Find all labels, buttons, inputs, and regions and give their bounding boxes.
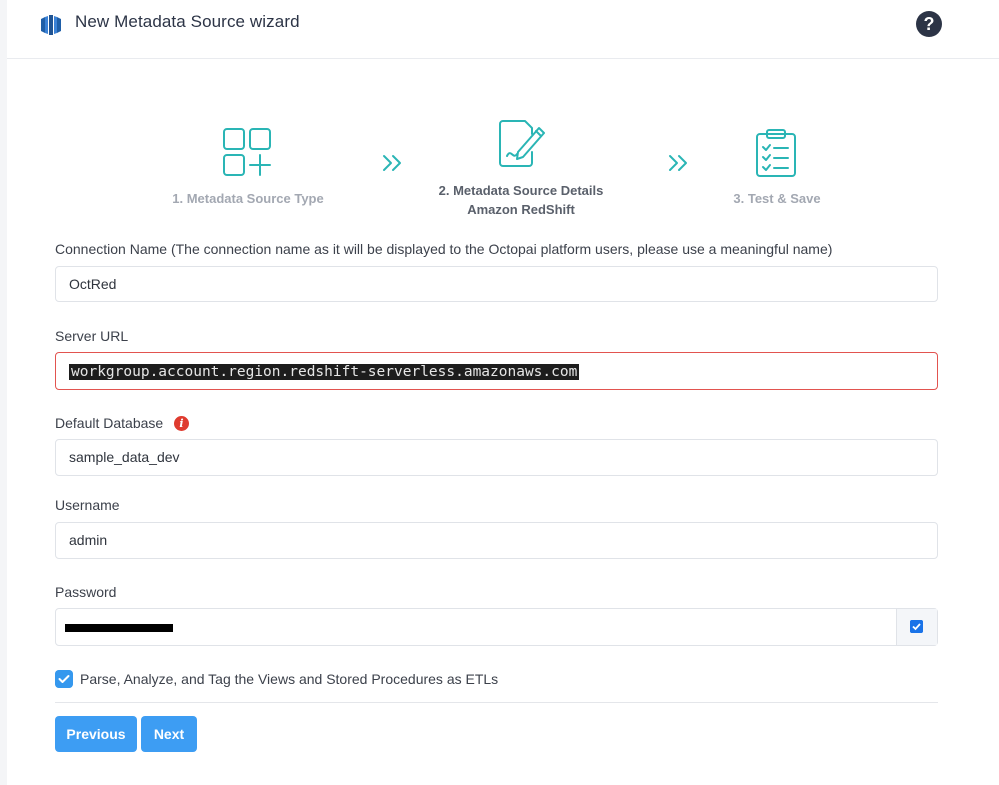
chevron-double-right-icon [669, 155, 687, 171]
etl-option-checkbox[interactable] [55, 670, 73, 688]
step-2-sublabel: Amazon RedShift [467, 202, 575, 217]
username-input[interactable]: admin [55, 522, 938, 559]
username-label: Username [55, 497, 120, 513]
previous-button[interactable]: Previous [55, 716, 137, 752]
step-1: 1. Metadata Source Type [147, 191, 349, 206]
wizard-header: New Metadata Source wizard ? [7, 0, 999, 59]
clipboard-checklist-icon [756, 129, 796, 177]
password-redaction [65, 624, 173, 632]
show-password-toggle[interactable] [896, 609, 937, 645]
password-label: Password [55, 584, 117, 600]
password-input[interactable] [55, 608, 938, 646]
server-url-label: Server URL [55, 328, 129, 344]
server-url-input[interactable]: workgroup.account.region.redshift-server… [55, 352, 938, 390]
etl-option-label: Parse, Analyze, and Tag the Views and St… [80, 671, 499, 687]
redshift-logo-icon [41, 15, 61, 35]
step-2: 2. Metadata Source Details Amazon RedShi… [414, 181, 628, 219]
connection-name-input[interactable]: OctRed [55, 266, 938, 302]
divider [55, 702, 938, 703]
page-title: New Metadata Source wizard [75, 12, 300, 31]
step-3-label: 3. Test & Save [733, 191, 821, 206]
info-icon[interactable]: i [174, 416, 189, 431]
add-tiles-icon [223, 128, 271, 176]
help-button[interactable]: ? [916, 11, 942, 37]
default-database-input[interactable]: sample_data_dev [55, 439, 938, 476]
connection-name-label: Connection Name (The connection name as … [55, 241, 833, 257]
next-button[interactable]: Next [141, 716, 197, 752]
edit-document-icon [499, 120, 545, 167]
default-database-label: Default Database [55, 415, 164, 431]
step-2-label: 2. Metadata Source Details [438, 183, 604, 198]
server-url-value: workgroup.account.region.redshift-server… [69, 364, 580, 380]
step-3: 3. Test & Save [690, 191, 864, 206]
checkbox-checked-icon [910, 620, 923, 633]
chevron-double-right-icon [383, 155, 401, 171]
step-1-label: 1. Metadata Source Type [172, 191, 324, 206]
